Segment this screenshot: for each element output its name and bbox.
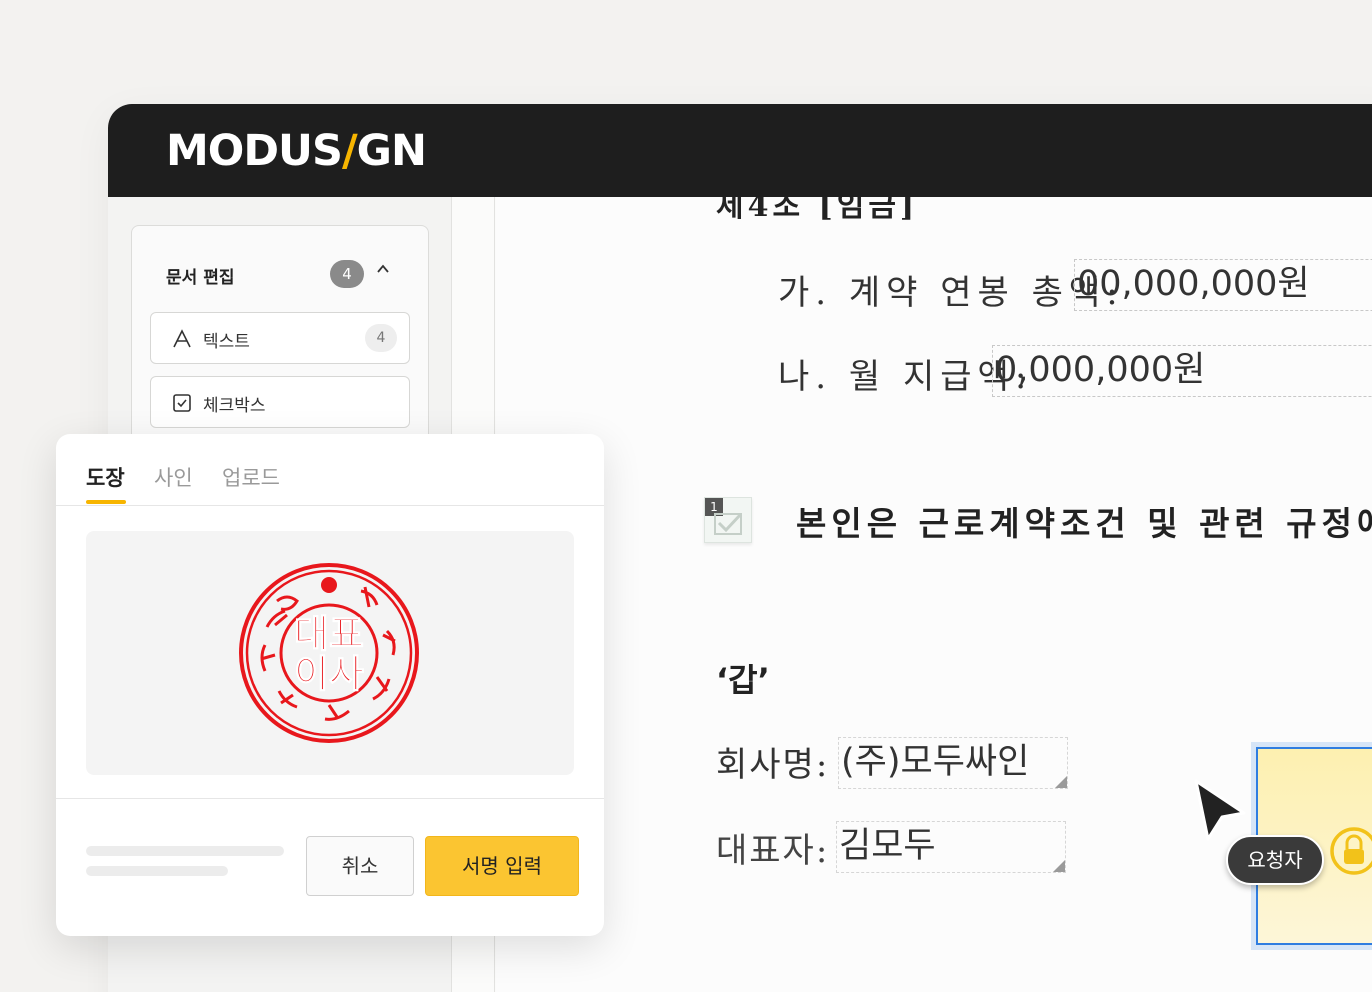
consent-text: 본인은 근로계약조건 및 관련 규정에 대 (796, 504, 1372, 543)
representative-label: 대표자: (716, 831, 830, 871)
document-canvas: 제4조 [임금] 가. 계약 연봉 총액: 00,000,000원 나. 월 지… (496, 197, 1372, 992)
stamp-text-top: 대표 (294, 612, 364, 656)
annual-salary-value: 00,000,000원 (1077, 264, 1310, 304)
stamp-preview[interactable]: 대표 이사 (86, 531, 574, 775)
company-field[interactable]: (주)모두싸인 (838, 737, 1068, 789)
top-bar: MODUS/GN (108, 104, 1372, 197)
monthly-pay-value: 0,000,000원 (995, 350, 1206, 390)
article-heading: 제4조 [임금] (716, 197, 919, 224)
tool-item-label: 체크박스 (203, 396, 266, 416)
tool-item-text[interactable]: 텍스트 4 (150, 312, 410, 364)
resize-handle-icon[interactable] (1053, 860, 1065, 872)
text-icon (173, 329, 191, 348)
resize-handle-icon[interactable] (1055, 776, 1067, 788)
chevron-up-icon[interactable] (376, 262, 390, 276)
stamp-text-bottom: 이사 (294, 652, 364, 696)
loading-skeleton-line (86, 866, 228, 876)
lock-icon (1330, 827, 1372, 875)
annual-salary-label: 가. 계약 연봉 총액: (778, 273, 1124, 313)
monthly-pay-field[interactable]: 0,000,000원 (992, 345, 1372, 397)
party-label: ‘갑’ (716, 661, 770, 699)
tab-sign[interactable]: 사인 (154, 462, 193, 492)
company-seal-stamp: 대표 이사 (239, 563, 419, 743)
loading-skeleton-line (86, 846, 284, 856)
panel-divider (56, 798, 604, 799)
check-icon (714, 512, 743, 535)
active-tab-indicator (86, 500, 126, 504)
tool-item-label: 텍스트 (203, 332, 250, 352)
requester-tag: 요청자 (1226, 835, 1324, 885)
section-count-badge: 4 (330, 260, 364, 288)
consent-checkbox[interactable]: 1 (704, 497, 752, 543)
representative-value: 김모두 (839, 826, 936, 866)
annual-salary-field[interactable]: 00,000,000원 (1074, 259, 1372, 311)
stamp-select-panel: 도장 사인 업로드 대표 이사 취소 서명 입력 (56, 434, 604, 936)
tool-item-checkbox[interactable]: 체크박스 (150, 376, 410, 428)
tab-upload[interactable]: 업로드 (222, 462, 280, 492)
submit-signature-button[interactable]: 서명 입력 (425, 836, 579, 896)
company-label: 회사명: (716, 745, 830, 785)
section-title: 문서 편집 (166, 268, 235, 288)
checkbox-icon (173, 394, 191, 412)
tool-item-count: 4 (365, 324, 397, 352)
signature-type-tabs: 도장 사인 업로드 (56, 434, 604, 506)
cancel-button[interactable]: 취소 (306, 836, 414, 896)
tab-stamp[interactable]: 도장 (86, 462, 125, 492)
brand-logo[interactable]: MODUS/GN (166, 126, 427, 176)
representative-field[interactable]: 김모두 (836, 821, 1066, 873)
company-value: (주)모두싸인 (841, 742, 1030, 782)
